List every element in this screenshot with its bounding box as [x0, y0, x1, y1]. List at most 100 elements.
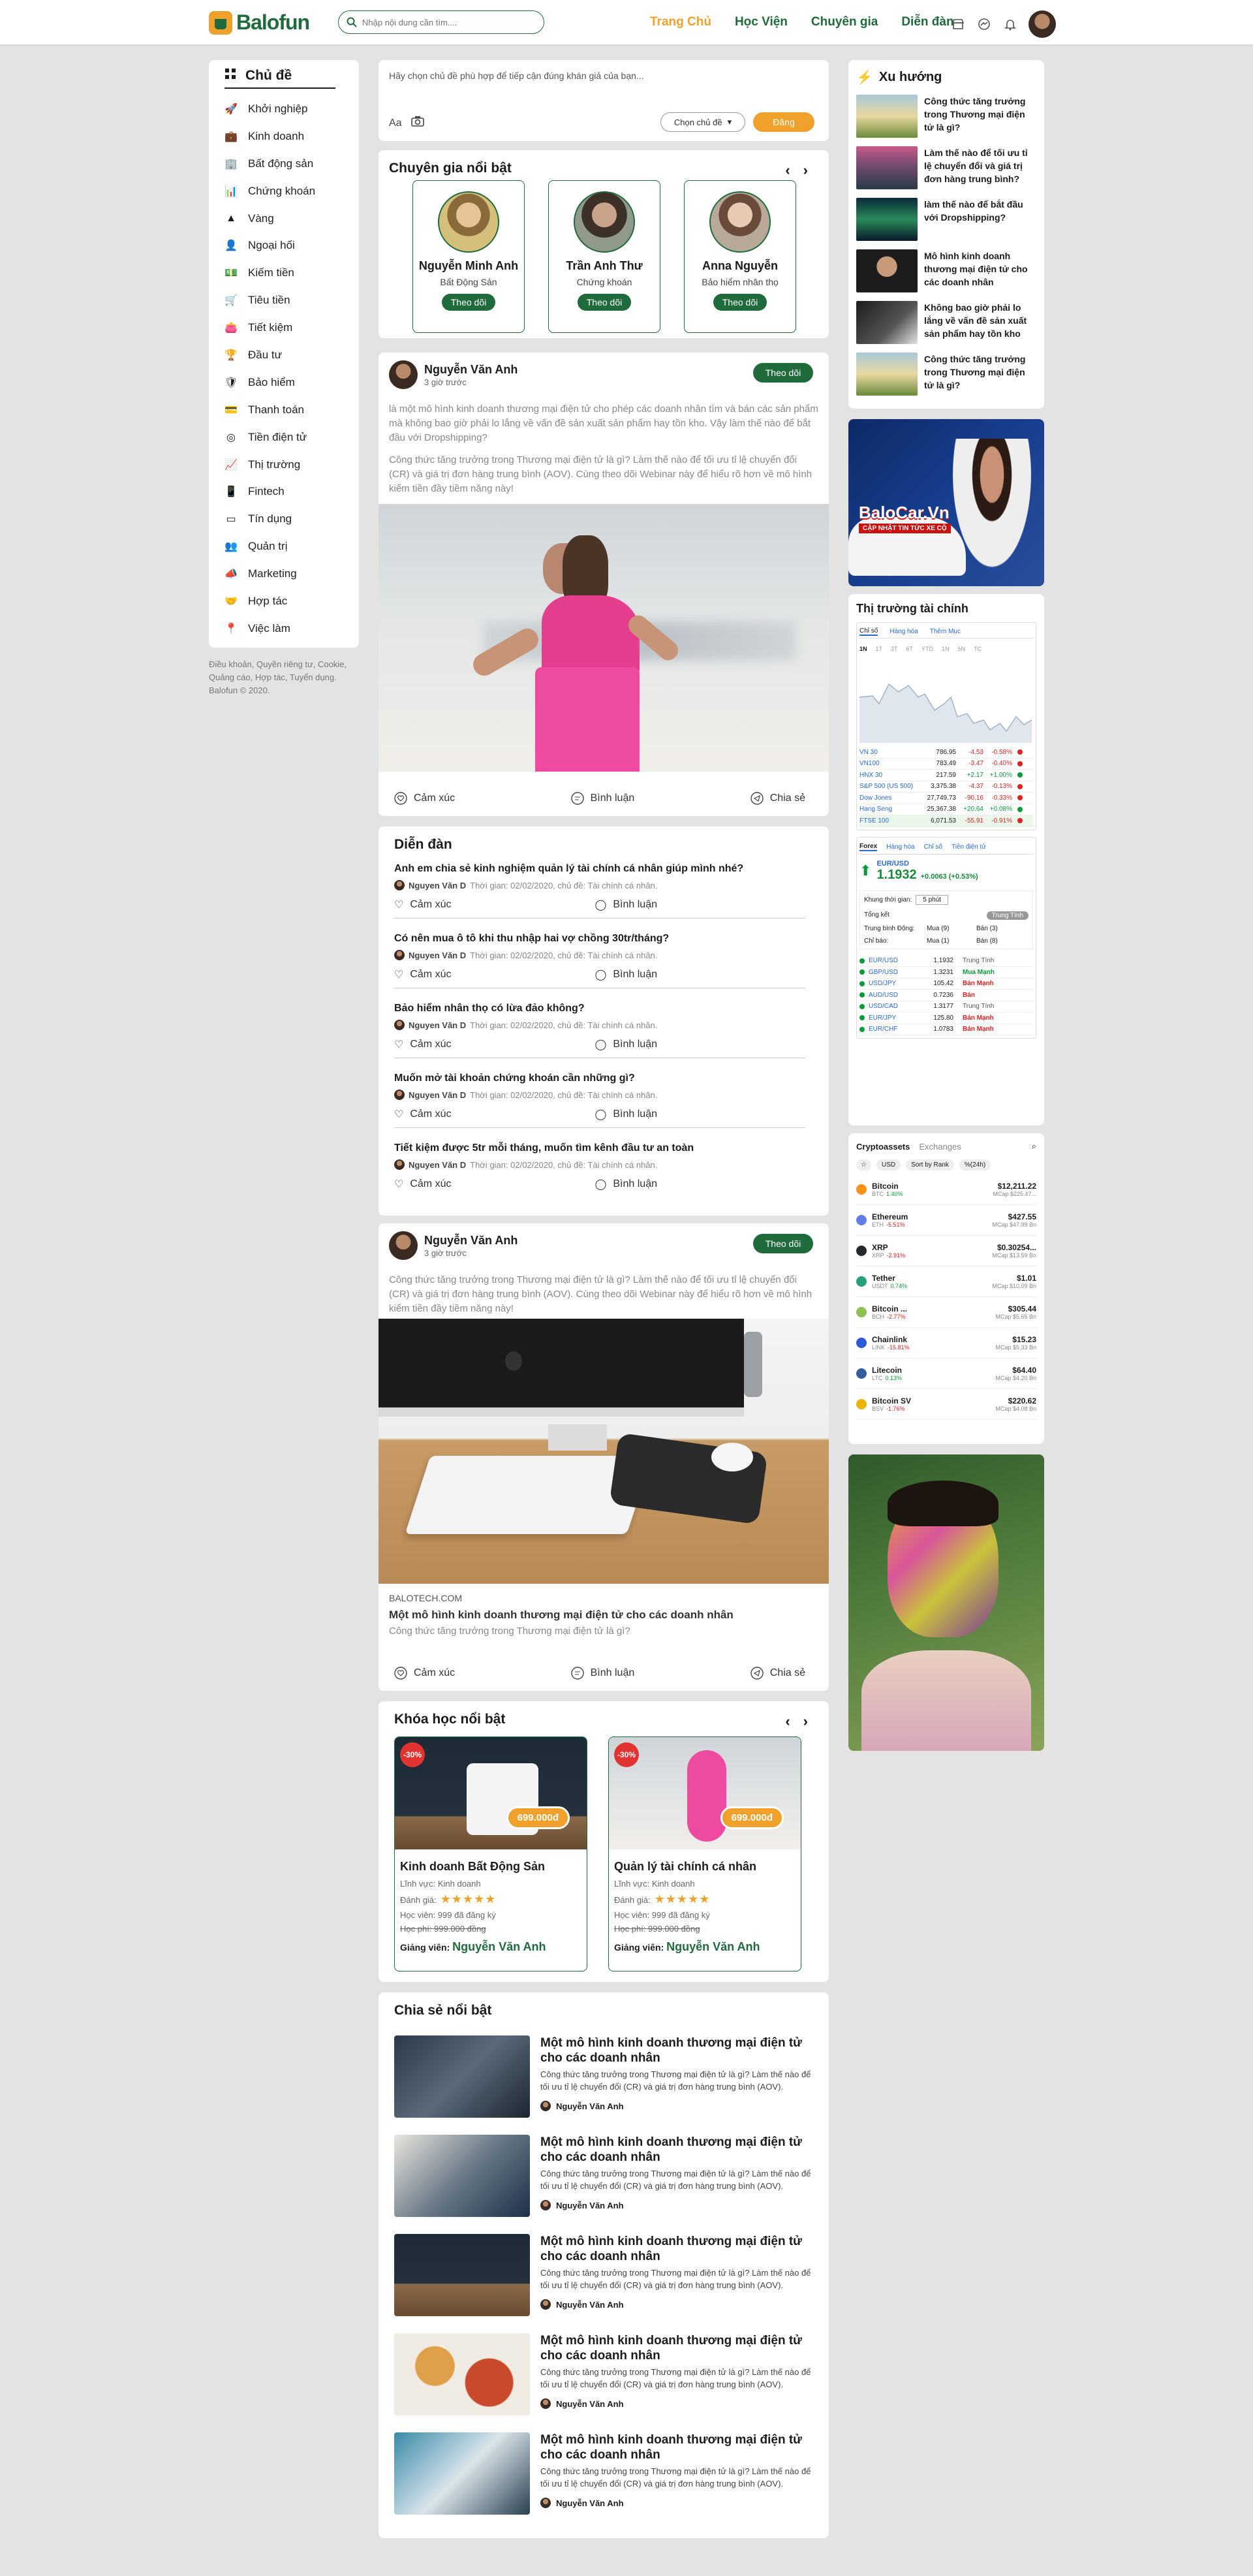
- trend-item[interactable]: làm thế nào để bắt đầu với Dropshipping?: [856, 198, 1036, 249]
- share-author[interactable]: Nguyễn Văn Anh: [540, 2200, 624, 2210]
- period-button[interactable]: 1N: [942, 646, 950, 652]
- ticker-row[interactable]: VN100 783.49 -3.47 -0.40%: [859, 759, 1033, 770]
- share-thumbnail[interactable]: [394, 2234, 530, 2316]
- period-button[interactable]: TC: [974, 646, 982, 652]
- period-button[interactable]: YTD: [921, 646, 933, 652]
- prev-arrow-icon[interactable]: ‹: [785, 162, 790, 179]
- share-item[interactable]: Một mô hình kinh doanh thương mại điện t…: [394, 2432, 812, 2517]
- footer-links[interactable]: Điều khoản, Quyền riêng tư, Cookie, Quản…: [209, 658, 359, 697]
- fx-tab[interactable]: Hàng hóa: [886, 843, 914, 851]
- author-avatar[interactable]: [389, 1231, 418, 1260]
- forum-thread[interactable]: Anh em chia sẻ kinh nghiệm quản lý tài c…: [394, 849, 805, 919]
- comment-button[interactable]: ◯ Bình luận: [595, 968, 657, 981]
- next-arrow-icon[interactable]: ›: [803, 162, 808, 179]
- search-input[interactable]: [362, 17, 532, 27]
- fx-row[interactable]: USD/JPY 105.42 Bán Mạnh: [859, 979, 1033, 990]
- course-card[interactable]: -30% 699.000đ Kinh doanh Bất Động Sản Lĩnh …: [394, 1736, 587, 1971]
- sidebar-item-11[interactable]: 💳 Thanh toán: [224, 396, 343, 424]
- sidebar-item-5[interactable]: 👤 Ngoại hối: [224, 232, 343, 259]
- fx-tab[interactable]: Tiền điện tử: [951, 843, 986, 851]
- thread-question[interactable]: Anh em chia sẻ kinh nghiệm quản lý tài c…: [394, 863, 805, 875]
- crypto-row[interactable]: Bitcoin SV BSV -1.76% $220.62 MCap $4.08 Bn: [856, 1389, 1036, 1420]
- ad-banner-car[interactable]: BaloCar.Vn CẬP NHẬT TIN TỨC XE CỘ: [848, 419, 1044, 586]
- share-thumbnail[interactable]: [394, 2035, 530, 2118]
- market-tab[interactable]: Chỉ số: [859, 627, 878, 636]
- comment-button[interactable]: ◯ Bình luận: [595, 1108, 657, 1121]
- camera-icon[interactable]: [410, 116, 424, 131]
- star-icon[interactable]: ☆: [856, 1159, 871, 1170]
- share-thumbnail[interactable]: [394, 2432, 530, 2515]
- forum-thread[interactable]: Tiết kiệm được 5tr mỗi tháng, muốn tìm k…: [394, 1128, 805, 1198]
- period-button[interactable]: 1N: [859, 646, 867, 652]
- user-avatar[interactable]: [1029, 10, 1056, 38]
- follow-button[interactable]: Theo dõi: [713, 294, 767, 311]
- trend-title[interactable]: Không bao giờ phải lo lắng về vấn đề sản…: [924, 301, 1036, 353]
- share-title[interactable]: Một mô hình kinh doanh thương mại điện t…: [540, 2135, 814, 2165]
- fx-tab[interactable]: Chỉ số: [924, 843, 942, 851]
- sidebar-item-6[interactable]: 💵 Kiếm tiền: [224, 259, 343, 287]
- share-item[interactable]: Một mô hình kinh doanh thương mại điện t…: [394, 2035, 812, 2120]
- thread-author[interactable]: Nguyen Văn D: [409, 1020, 466, 1030]
- share-author[interactable]: Nguyễn Văn Anh: [540, 2299, 624, 2310]
- logo[interactable]: Balofun: [209, 10, 310, 35]
- crypto-tab[interactable]: Cryptoassets: [856, 1142, 910, 1152]
- author-name[interactable]: Nguyễn Văn Anh: [424, 1234, 518, 1248]
- share-title[interactable]: Một mô hình kinh doanh thương mại điện t…: [540, 2035, 814, 2066]
- course-name[interactable]: Kinh doanh Bất Động Sản: [400, 1860, 581, 1874]
- thread-author[interactable]: Nguyen Văn D: [409, 1160, 466, 1170]
- fx-row[interactable]: USD/CAD 1.3177 Trung Tính: [859, 1001, 1033, 1013]
- thread-author[interactable]: Nguyen Văn D: [409, 881, 466, 890]
- sidebar-item-0[interactable]: 🚀 Khởi nghiệp: [224, 95, 343, 123]
- share-title[interactable]: Một mô hình kinh doanh thương mại điện t…: [540, 2432, 814, 2462]
- react-button[interactable]: ♡ Cảm xúc: [394, 898, 451, 911]
- market-tab[interactable]: Hàng hóa: [889, 628, 918, 635]
- thread-author[interactable]: Nguyen Văn D: [409, 1090, 466, 1100]
- link-preview[interactable]: BALOTECH.COM Một mô hình kinh doanh thươ…: [379, 1319, 829, 1646]
- comment-button[interactable]: Bình luận: [570, 1667, 634, 1680]
- sidebar-item-16[interactable]: 👥 Quản trị: [224, 533, 343, 560]
- sidebar-item-19[interactable]: 📍 Việc làm: [224, 615, 343, 642]
- ticker-row[interactable]: Dow Jones 27,749.73 -90.16 -0.33%: [859, 793, 1033, 804]
- share-item[interactable]: Một mô hình kinh doanh thương mại điện t…: [394, 2234, 812, 2319]
- period-button[interactable]: 5N: [958, 646, 966, 652]
- follow-button[interactable]: Theo dõi: [753, 363, 813, 383]
- author-avatar[interactable]: [389, 360, 418, 389]
- post-image-runner[interactable]: [379, 504, 829, 772]
- ticker-row[interactable]: HNX 30 217.59 +2.17 +1.00%: [859, 770, 1033, 781]
- react-button[interactable]: ♡ Cảm xúc: [394, 1038, 451, 1051]
- follow-button[interactable]: Theo dõi: [578, 294, 631, 311]
- forum-thread[interactable]: Muốn mở tài khoản chứng khoán cần những …: [394, 1058, 805, 1128]
- sidebar-item-2[interactable]: 🏢 Bất động sản: [224, 150, 343, 178]
- change-filter[interactable]: %(24h): [959, 1159, 991, 1170]
- share-author[interactable]: Nguyễn Văn Anh: [540, 2498, 624, 2508]
- crypto-row[interactable]: Bitcoin ... BCH -2.77% $305.44 MCap $5.65 Bn: [856, 1297, 1036, 1328]
- react-button[interactable]: Cảm xúc: [394, 1667, 455, 1680]
- fx-row[interactable]: AUD/USD 0.7236 Bán: [859, 990, 1033, 1001]
- bell-icon[interactable]: [1002, 16, 1018, 32]
- share-item[interactable]: Một mô hình kinh doanh thương mại điện t…: [394, 2135, 812, 2220]
- sidebar-item-1[interactable]: 💼 Kinh doanh: [224, 123, 343, 150]
- nav-academy[interactable]: Học Viện: [735, 15, 788, 29]
- course-name[interactable]: Quản lý tài chính cá nhân: [614, 1860, 796, 1874]
- share-title[interactable]: Một mô hình kinh doanh thương mại điện t…: [540, 2333, 814, 2363]
- exchanges-tab[interactable]: Exchanges: [919, 1142, 961, 1152]
- forum-thread[interactable]: Có nên mua ô tô khi thu nhập hai vợ chồn…: [394, 919, 805, 988]
- react-button[interactable]: ♡ Cảm xúc: [394, 1178, 451, 1191]
- trend-item[interactable]: Công thức tăng trưởng trong Thương mại đ…: [856, 353, 1036, 404]
- share-button[interactable]: Chia sẻ: [750, 792, 805, 805]
- trend-title[interactable]: Làm thế nào để tối ưu tỉ lệ chuyển đổi v…: [924, 146, 1036, 198]
- period-button[interactable]: 3T: [891, 646, 898, 652]
- crypto-row[interactable]: Chainlink LINK -15.81% $15.23 MCap $5.33 Bn: [856, 1328, 1036, 1359]
- sort-filter[interactable]: Sort by Rank: [906, 1159, 954, 1170]
- sidebar-item-9[interactable]: 🏆 Đầu tư: [224, 341, 343, 369]
- ticker-row[interactable]: VN 30 786.95 -4.53 -0.58%: [859, 747, 1033, 759]
- share-author[interactable]: Nguyễn Văn Anh: [540, 2398, 624, 2409]
- nav-forum[interactable]: Diễn đàn: [901, 15, 953, 29]
- trend-item[interactable]: Làm thế nào để tối ưu tỉ lệ chuyển đổi v…: [856, 146, 1036, 198]
- sidebar-item-10[interactable]: 🛡 Bảo hiểm: [224, 369, 343, 396]
- share-thumbnail[interactable]: [394, 2333, 530, 2415]
- sidebar-item-4[interactable]: ▲ Vàng: [224, 205, 343, 232]
- fx-row[interactable]: GBP/USD 1.3231 Mua Mạnh: [859, 967, 1033, 979]
- sidebar-item-18[interactable]: 🤝 Hợp tác: [224, 588, 343, 615]
- thread-author[interactable]: Nguyen Văn D: [409, 950, 466, 960]
